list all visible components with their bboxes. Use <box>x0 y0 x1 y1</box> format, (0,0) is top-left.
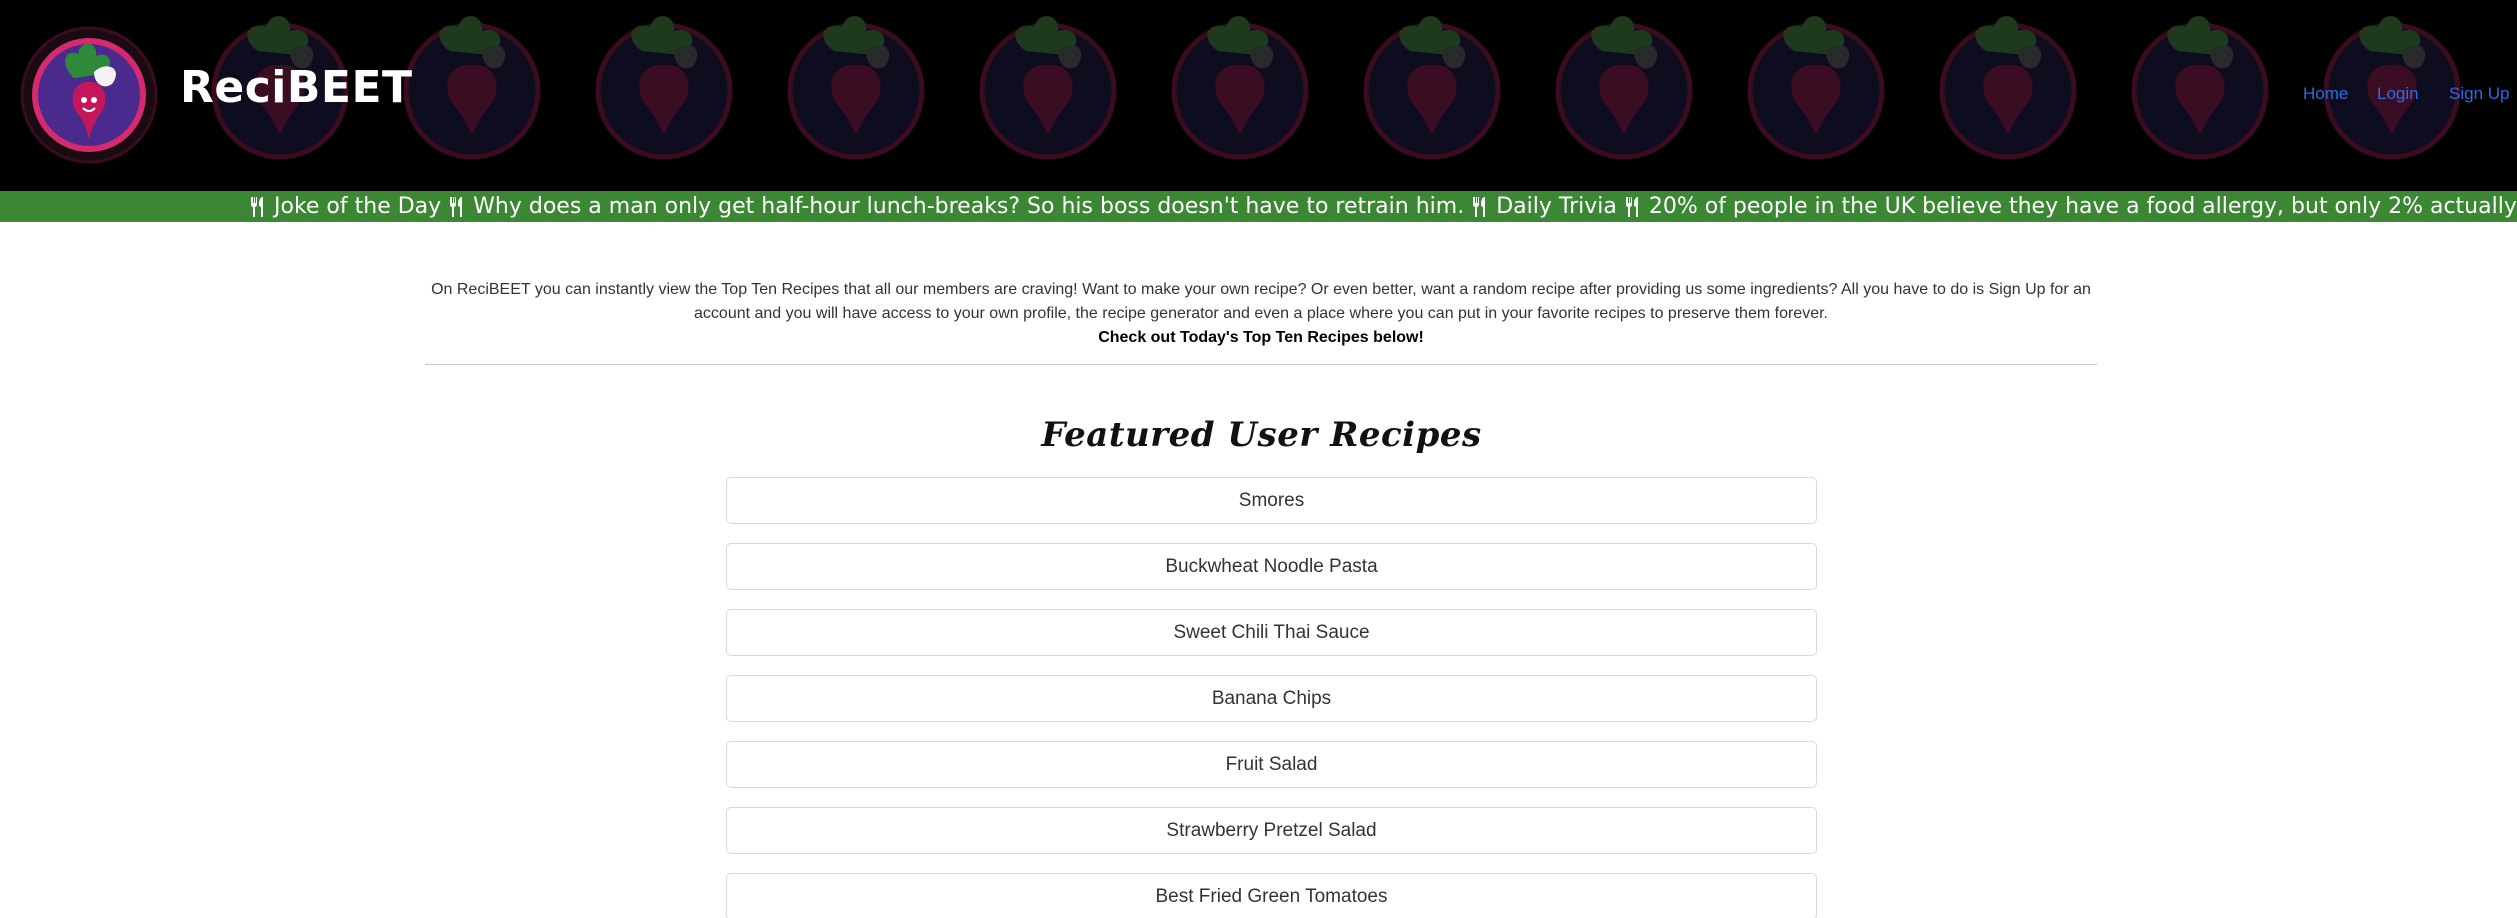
section-divider <box>425 364 2097 365</box>
ticker-trivia-text: 20% of people in the UK believe they hav… <box>1648 194 2517 219</box>
nav-home-link[interactable]: Home <box>2303 84 2348 104</box>
site-header: ReciBEET Home Login Sign Up <box>0 0 2517 191</box>
beet-pattern-tile <box>1750 16 1882 157</box>
recipe-item[interactable]: Buckwheat Noodle Pasta <box>726 543 1817 590</box>
recipe-item[interactable]: Sweet Chili Thai Sauce <box>726 609 1817 656</box>
beet-pattern-tile <box>2134 16 2266 157</box>
ticker-trivia-heading: Daily Trivia <box>1496 194 1617 219</box>
nav-login-link[interactable]: Login <box>2377 84 2419 104</box>
beet-pattern-tile <box>406 16 538 157</box>
nav-signup-link[interactable]: Sign Up <box>2449 84 2509 104</box>
fork-knife-icon <box>1625 196 1638 217</box>
recipe-item[interactable]: Fruit Salad <box>726 741 1817 788</box>
beet-pattern-tile <box>1174 16 1306 157</box>
brand-name[interactable]: ReciBEET <box>180 62 413 113</box>
recipe-item[interactable]: Banana Chips <box>726 675 1817 722</box>
fork-knife-icon <box>251 196 263 217</box>
beet-pattern-tile <box>790 16 922 157</box>
intro-cta: Check out Today's Top Ten Recipes below! <box>1098 329 1424 346</box>
beet-pattern-tile <box>982 16 1114 157</box>
recipe-item[interactable]: Strawberry Pretzel Salad <box>726 807 1817 854</box>
recipe-list: Smores Buckwheat Noodle Pasta Sweet Chil… <box>726 477 1817 918</box>
intro-text: On ReciBEET you can instantly view the T… <box>431 281 2091 322</box>
fork-knife-icon <box>1473 196 1486 217</box>
beet-pattern-tile <box>1942 16 2074 157</box>
ticker-track: Joke of the Day Why does a man only get … <box>248 194 2517 219</box>
recipe-item[interactable]: Best Fried Green Tomatoes <box>726 873 1817 918</box>
fork-knife-icon <box>450 196 463 217</box>
ticker-joke-heading: Joke of the Day <box>274 194 442 219</box>
recipe-item[interactable]: Smores <box>726 477 1817 524</box>
featured-title: Featured User Recipes <box>1041 415 1482 455</box>
daily-ticker: Joke of the Day Why does a man only get … <box>0 191 2517 222</box>
recibeet-logo[interactable] <box>20 26 158 164</box>
intro-section: On ReciBEET you can instantly view the T… <box>425 278 2097 350</box>
beet-pattern-tile <box>1366 16 1498 157</box>
beet-pattern-tile <box>598 16 730 157</box>
beet-pattern-tile <box>1558 16 1690 157</box>
ticker-joke-text: Why does a man only get half-hour lunch-… <box>473 194 1465 219</box>
